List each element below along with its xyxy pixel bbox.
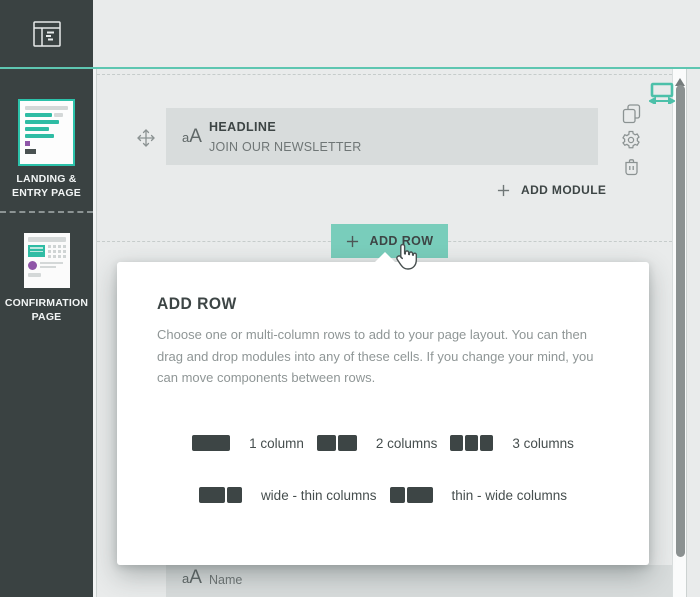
option-2-columns[interactable]: 2 columns bbox=[317, 435, 438, 451]
option-3-columns[interactable]: 3 columns bbox=[450, 435, 574, 451]
option-label: wide - thin columns bbox=[261, 488, 377, 503]
canvas-left-border bbox=[96, 69, 97, 597]
popup-description: Choose one or multi-column rows to add t… bbox=[157, 324, 605, 389]
thumb-avatar bbox=[28, 261, 37, 270]
add-module-button[interactable]: ADD MODULE bbox=[497, 182, 606, 198]
row-boundary-top bbox=[97, 74, 672, 75]
popup-arrow bbox=[374, 252, 396, 263]
option-label: 3 columns bbox=[512, 436, 574, 451]
add-module-label: ADD MODULE bbox=[521, 183, 606, 197]
duplicate-button[interactable] bbox=[621, 104, 641, 124]
builder-menu-button[interactable] bbox=[0, 0, 93, 67]
column-options-row-2: wide - thin columns thin - wide columns bbox=[117, 487, 649, 503]
plus-icon bbox=[346, 235, 359, 248]
name-module-label: Name bbox=[209, 573, 242, 597]
column-swatch bbox=[199, 487, 242, 503]
trash-icon bbox=[623, 157, 640, 176]
column-options-row-1: 1 column 2 columns 3 columns bbox=[117, 435, 649, 451]
option-label: thin - wide columns bbox=[452, 488, 568, 503]
thumb-field-grid bbox=[48, 245, 66, 258]
column-swatch bbox=[192, 435, 230, 451]
option-thin-wide-columns[interactable]: thin - wide columns bbox=[390, 487, 568, 503]
option-label: 2 columns bbox=[376, 436, 438, 451]
sidebar-item-confirmation-page[interactable] bbox=[24, 233, 70, 288]
column-swatch bbox=[317, 435, 357, 451]
thumb-bar bbox=[25, 127, 49, 131]
sidebar-item-landing-page[interactable] bbox=[18, 99, 75, 166]
accent-divider bbox=[0, 67, 700, 69]
thumb-bar bbox=[28, 237, 66, 242]
screen-width-icon bbox=[649, 82, 675, 104]
option-1-column[interactable]: 1 column bbox=[192, 435, 304, 451]
module-action-toolbar bbox=[620, 104, 642, 176]
thumb-bar bbox=[25, 113, 52, 117]
responsive-width-button[interactable] bbox=[649, 82, 675, 104]
move-handle-icon[interactable] bbox=[135, 127, 157, 149]
module-content: JOIN OUR NEWSLETTER bbox=[209, 140, 361, 154]
headline-module-text: HEADLINE JOIN OUR NEWSLETTER bbox=[209, 120, 361, 154]
option-label: 1 column bbox=[249, 436, 304, 451]
option-wide-thin-columns[interactable]: wide - thin columns bbox=[199, 487, 377, 503]
thumb-text-lines bbox=[40, 261, 66, 270]
column-swatch bbox=[450, 435, 493, 451]
sidebar: LANDING & ENTRY PAGE CONFIRMATION PAGE bbox=[0, 0, 93, 597]
name-field-module[interactable]: aA Name bbox=[166, 565, 672, 597]
thumb-checkbox bbox=[25, 141, 30, 146]
gear-icon bbox=[621, 130, 641, 150]
text-module-icon: aA bbox=[178, 567, 206, 597]
layout-icon bbox=[33, 21, 61, 47]
popup-title: ADD ROW bbox=[157, 294, 237, 314]
add-row-popup: ADD ROW Choose one or multi-column rows … bbox=[117, 262, 649, 565]
copy-icon bbox=[622, 104, 641, 124]
thumb-button bbox=[25, 149, 36, 154]
column-swatch bbox=[390, 487, 433, 503]
scrollbar[interactable] bbox=[672, 69, 687, 597]
thumb-bar bbox=[25, 134, 54, 138]
headline-module[interactable]: aA HEADLINE JOIN OUR NEWSLETTER bbox=[166, 108, 598, 165]
thumb-bar bbox=[54, 113, 63, 117]
sidebar-item-landing-page-label: LANDING & ENTRY PAGE bbox=[0, 172, 93, 200]
module-title: HEADLINE bbox=[209, 120, 361, 134]
scroll-up-arrow-icon[interactable] bbox=[675, 73, 685, 81]
thumb-bar bbox=[28, 273, 41, 277]
text-module-icon: aA bbox=[178, 126, 206, 148]
sidebar-item-confirmation-page-label: CONFIRMATION PAGE bbox=[0, 296, 93, 324]
delete-button[interactable] bbox=[621, 156, 641, 176]
add-row-button-label: ADD ROW bbox=[370, 234, 434, 248]
page-builder-screen: aA HEADLINE JOIN OUR NEWSLETTER bbox=[0, 0, 700, 597]
sidebar-divider bbox=[0, 211, 93, 213]
thumb-bar bbox=[25, 106, 68, 110]
thumb-image bbox=[28, 245, 45, 257]
scrollbar-thumb[interactable] bbox=[676, 85, 685, 557]
plus-icon bbox=[497, 184, 510, 197]
thumb-bar bbox=[25, 120, 59, 124]
settings-button[interactable] bbox=[621, 130, 641, 150]
